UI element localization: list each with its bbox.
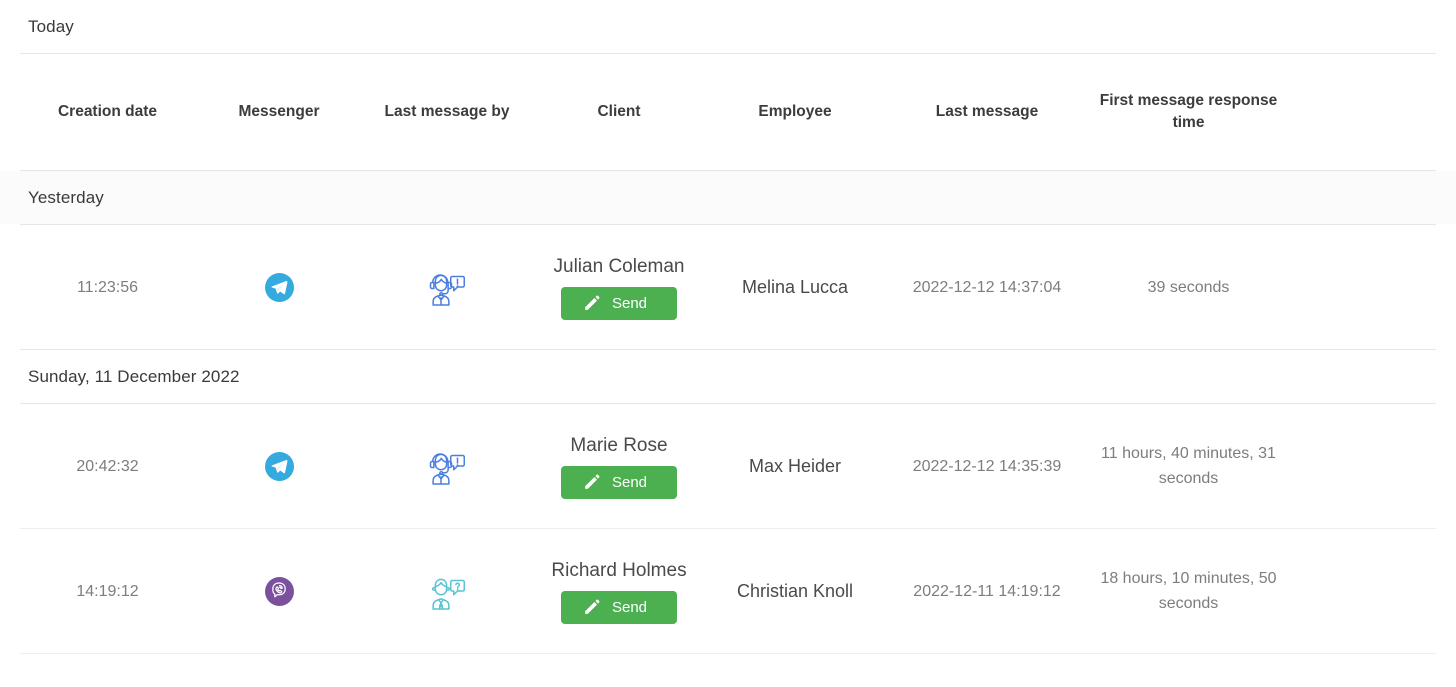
client-icon — [431, 578, 465, 610]
cell-last-message-by — [363, 253, 531, 321]
send-button[interactable]: Send — [560, 466, 678, 499]
cell-messenger — [195, 567, 363, 616]
cell-last-message: 2022-12-11 14:19:12 — [913, 582, 1061, 600]
client-name: Marie Rose — [570, 435, 668, 456]
send-button-label: Send — [611, 599, 648, 616]
group-header-today: Today — [0, 0, 1456, 53]
table-row[interactable]: 11:23:56 Julian Coleman Send Melina Lucc… — [0, 225, 1456, 349]
cell-client: Marie Rose Send — [531, 423, 707, 509]
pencil-icon — [583, 295, 600, 312]
group-header-yesterday: Yesterday — [0, 171, 1456, 224]
divider — [20, 653, 1436, 654]
send-button[interactable]: Send — [560, 287, 678, 320]
cell-creation-date: 11:23:56 — [76, 278, 139, 296]
telegram-icon[interactable] — [264, 451, 294, 481]
cell-last-message-by — [363, 432, 531, 500]
group-header-label: Today — [28, 16, 74, 36]
column-header-last-message: Last message — [935, 103, 1039, 120]
cell-employee: Max Heider — [748, 455, 842, 476]
cell-response-time: 11 hours, 40 minutes, 31 seconds — [1101, 445, 1276, 487]
column-header-last-message-by: Last message by — [384, 103, 510, 120]
cell-last-message: 2022-12-12 14:37:04 — [912, 278, 1062, 296]
table-header-row: Creation date Messenger Last message by … — [0, 54, 1456, 170]
cell-last-message: 2022-12-12 14:35:39 — [912, 457, 1062, 475]
cell-client: Richard Holmes Send — [531, 548, 707, 634]
send-button-label: Send — [611, 295, 648, 312]
pencil-icon — [583, 599, 600, 616]
operator-icon — [429, 453, 465, 485]
column-header-messenger: Messenger — [238, 103, 320, 120]
cell-client: Julian Coleman Send — [531, 244, 707, 330]
pencil-icon — [583, 474, 600, 491]
column-header-creation-date: Creation date — [57, 103, 158, 120]
column-header-employee: Employee — [758, 103, 832, 120]
conversations-table: Today Creation date Messenger Last messa… — [0, 0, 1456, 654]
cell-employee: Melina Lucca — [741, 276, 849, 297]
column-header-client: Client — [597, 103, 641, 120]
cell-response-time: 18 hours, 10 minutes, 50 seconds — [1100, 570, 1277, 612]
cell-creation-date: 20:42:32 — [76, 457, 139, 475]
cell-employee: Christian Knoll — [736, 580, 854, 601]
cell-response-time: 39 seconds — [1147, 278, 1230, 296]
send-button-label: Send — [611, 474, 648, 491]
table-row[interactable]: 14:19:12 Richard Holmes Send Christian K… — [0, 529, 1456, 653]
group-header-sunday: Sunday, 11 December 2022 — [0, 350, 1456, 403]
telegram-icon[interactable] — [264, 272, 294, 302]
column-header-first-message-response-time: First message response time — [1099, 92, 1278, 131]
client-name: Julian Coleman — [553, 256, 685, 277]
table-row[interactable]: 20:42:32 Marie Rose Send Max Heider 2022… — [0, 404, 1456, 528]
client-name: Richard Holmes — [551, 560, 687, 581]
cell-messenger — [195, 263, 363, 312]
cell-creation-date: 14:19:12 — [76, 582, 139, 600]
group-header-label: Yesterday — [28, 187, 104, 207]
viber-icon[interactable] — [264, 576, 294, 606]
group-header-label: Sunday, 11 December 2022 — [28, 366, 240, 386]
cell-messenger — [195, 442, 363, 491]
cell-last-message-by — [363, 557, 531, 625]
operator-icon — [429, 274, 465, 306]
send-button[interactable]: Send — [560, 591, 678, 624]
